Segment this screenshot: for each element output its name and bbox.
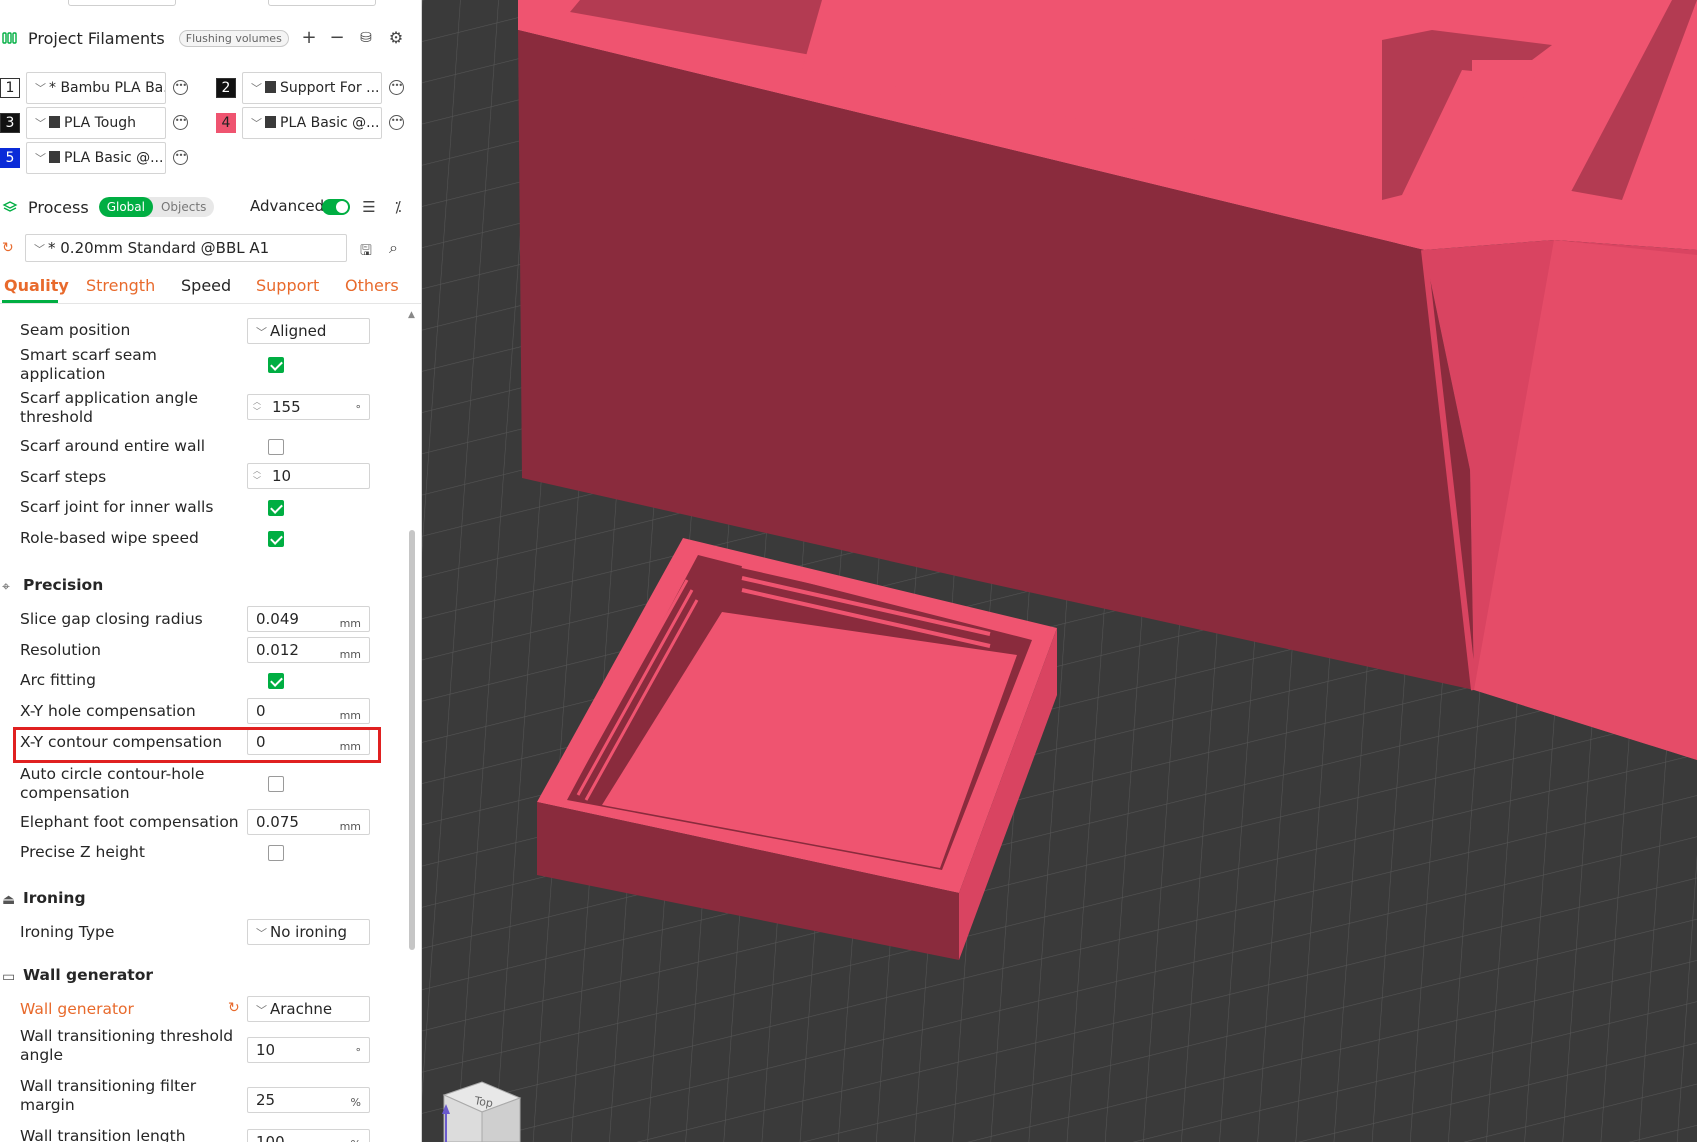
- wall-generator-select[interactable]: ﹀ Arachne: [247, 996, 370, 1022]
- list-view-icon[interactable]: ☰: [360, 198, 378, 216]
- group-ironing: ⏏ Ironing: [2, 889, 86, 908]
- filament-spool-icon: [2, 30, 18, 46]
- scarf-inner-checkbox[interactable]: [268, 500, 284, 516]
- precision-icon: ⌖: [2, 579, 10, 595]
- slice-gap-input[interactable]: 0.049 mm: [247, 606, 370, 632]
- tab-quality[interactable]: Quality: [4, 276, 69, 295]
- chevron-down-icon: ﹀: [256, 326, 267, 339]
- scarf-steps-input[interactable]: ︿ ﹀ 10: [247, 463, 370, 489]
- tab-support[interactable]: Support: [256, 276, 319, 295]
- layers-icon: [2, 199, 18, 215]
- filaments-header: Project Filaments Flushing volumes + − ⛁…: [0, 19, 421, 57]
- elephant-foot-input[interactable]: 0.075 mm: [247, 809, 370, 835]
- resolution-input[interactable]: 0.012 mm: [247, 637, 370, 663]
- flushing-volumes-button[interactable]: Flushing volumes: [178, 29, 289, 47]
- chevron-down-icon: ﹀: [35, 117, 46, 130]
- spinner-arrows-icon[interactable]: ︿ ﹀: [253, 466, 261, 486]
- filament-select[interactable]: ﹀ PLA Tough: [26, 107, 166, 139]
- group-wall-generator: ▭ Wall generator: [2, 966, 153, 985]
- filament-number-badge: 4: [216, 113, 236, 133]
- ironing-type-select[interactable]: ﹀ No ironing: [247, 919, 370, 945]
- top-field-stub[interactable]: [68, 0, 176, 6]
- process-header: Process Global Objects Advanced ☰ ⁒: [0, 188, 421, 226]
- wall-trans-angle-input[interactable]: 10 °: [247, 1037, 370, 1063]
- tab-speed[interactable]: Speed: [181, 276, 231, 295]
- chevron-down-icon: ﹀: [256, 927, 267, 940]
- filament-slot-3[interactable]: 3 ﹀ PLA Tough •••: [0, 107, 200, 139]
- chevron-down-icon: ﹀: [256, 1004, 267, 1017]
- role-wipe-checkbox[interactable]: [268, 531, 284, 547]
- filament-select[interactable]: ﹀ PLA Basic @...: [26, 142, 166, 174]
- process-preset-select[interactable]: ﹀ * 0.20mm Standard @BBL A1: [25, 234, 347, 262]
- more-options-icon[interactable]: •••: [173, 150, 188, 165]
- tab-strength[interactable]: Strength: [86, 276, 155, 295]
- chevron-down-icon: ﹀: [35, 152, 46, 165]
- precise-z-checkbox[interactable]: [268, 845, 284, 861]
- filament-number-badge: 5: [0, 148, 20, 168]
- 3d-viewport[interactable]: Top: [422, 0, 1697, 1142]
- tab-others[interactable]: Others: [345, 276, 399, 295]
- search-icon[interactable]: ⌕: [389, 238, 398, 258]
- more-options-icon[interactable]: •••: [173, 80, 188, 95]
- global-tab[interactable]: Global: [98, 197, 153, 217]
- filament-slot-2[interactable]: 2 ﹀ Support For ... •••: [216, 72, 416, 104]
- filament-slot-1[interactable]: 1 ﹀ * Bambu PLA Ba... •••: [0, 72, 200, 104]
- compare-icon[interactable]: ⁒: [389, 198, 407, 216]
- plate-scene[interactable]: Top: [422, 0, 1697, 1142]
- filament-settings-gear-icon[interactable]: ⚙: [387, 29, 405, 47]
- process-title: Process: [28, 197, 89, 217]
- active-tab-indicator: [2, 300, 58, 303]
- scroll-up-icon[interactable]: ▲: [408, 310, 415, 320]
- advanced-switch[interactable]: [322, 199, 350, 215]
- filament-swatch-icon: [265, 81, 276, 93]
- more-options-icon[interactable]: •••: [389, 115, 404, 130]
- group-precision: ⌖ Precision: [2, 576, 104, 595]
- add-filament-icon[interactable]: +: [300, 29, 318, 47]
- highlight-box: [13, 727, 381, 763]
- xy-hole-input[interactable]: 0 mm: [247, 698, 370, 724]
- scrollbar[interactable]: [409, 530, 415, 950]
- scarf-angle-input[interactable]: ︿ ﹀ 155 °: [247, 394, 370, 420]
- wall-trans-length-input[interactable]: 100%: [247, 1129, 370, 1142]
- more-options-icon[interactable]: •••: [173, 115, 188, 130]
- filament-swatch-icon: [49, 151, 60, 163]
- more-options-icon[interactable]: •••: [389, 80, 404, 95]
- smart-scarf-checkbox[interactable]: [268, 357, 284, 373]
- filament-select[interactable]: ﹀ PLA Basic @...: [242, 107, 382, 139]
- wall-icon: ▭: [2, 969, 16, 985]
- filament-slot-4[interactable]: 4 ﹀ PLA Basic @... •••: [216, 107, 416, 139]
- spinner-arrows-icon[interactable]: ︿ ﹀: [253, 397, 261, 417]
- filament-slot-5[interactable]: 5 ﹀ PLA Basic @... •••: [0, 142, 200, 174]
- iron-icon: ⏏: [2, 892, 16, 908]
- arc-fitting-checkbox[interactable]: [268, 673, 284, 689]
- filaments-title: Project Filaments: [28, 28, 165, 48]
- chevron-down-icon: ﹀: [251, 82, 262, 95]
- chevron-down-icon: ﹀: [34, 243, 45, 256]
- filament-number-badge: 2: [216, 78, 236, 98]
- reset-icon[interactable]: ↻: [228, 1000, 240, 1016]
- top-field-stub-2[interactable]: [268, 0, 376, 6]
- settings-panel: Project Filaments Flushing volumes + − ⛁…: [0, 0, 422, 1142]
- filament-select[interactable]: ﹀ * Bambu PLA Ba...: [26, 72, 166, 104]
- wall-trans-filter-input[interactable]: 25%: [247, 1087, 370, 1113]
- filament-number-badge: 3: [0, 113, 20, 133]
- filament-swatch-icon: [49, 116, 60, 128]
- seam-position-select[interactable]: ﹀ Aligned: [247, 318, 370, 344]
- chevron-down-icon: ﹀: [35, 82, 46, 95]
- sync-filament-icon[interactable]: ⛁: [357, 29, 375, 47]
- filament-number-badge: 1: [0, 78, 20, 98]
- save-preset-icon[interactable]: 🖫: [360, 240, 372, 264]
- objects-tab[interactable]: Objects: [153, 197, 214, 217]
- chevron-down-icon: ﹀: [251, 117, 262, 130]
- reset-icon[interactable]: ↻: [2, 240, 14, 256]
- remove-filament-icon[interactable]: −: [328, 29, 346, 47]
- global-objects-toggle[interactable]: Global Objects: [98, 197, 215, 217]
- advanced-label: Advanced: [250, 197, 325, 215]
- filament-select[interactable]: ﹀ Support For ...: [242, 72, 382, 104]
- filament-swatch-icon: [265, 116, 276, 128]
- auto-circle-checkbox[interactable]: [268, 776, 284, 792]
- scarf-entire-checkbox[interactable]: [268, 439, 284, 455]
- settings-tabs: Quality Strength Speed Support Others: [0, 274, 421, 304]
